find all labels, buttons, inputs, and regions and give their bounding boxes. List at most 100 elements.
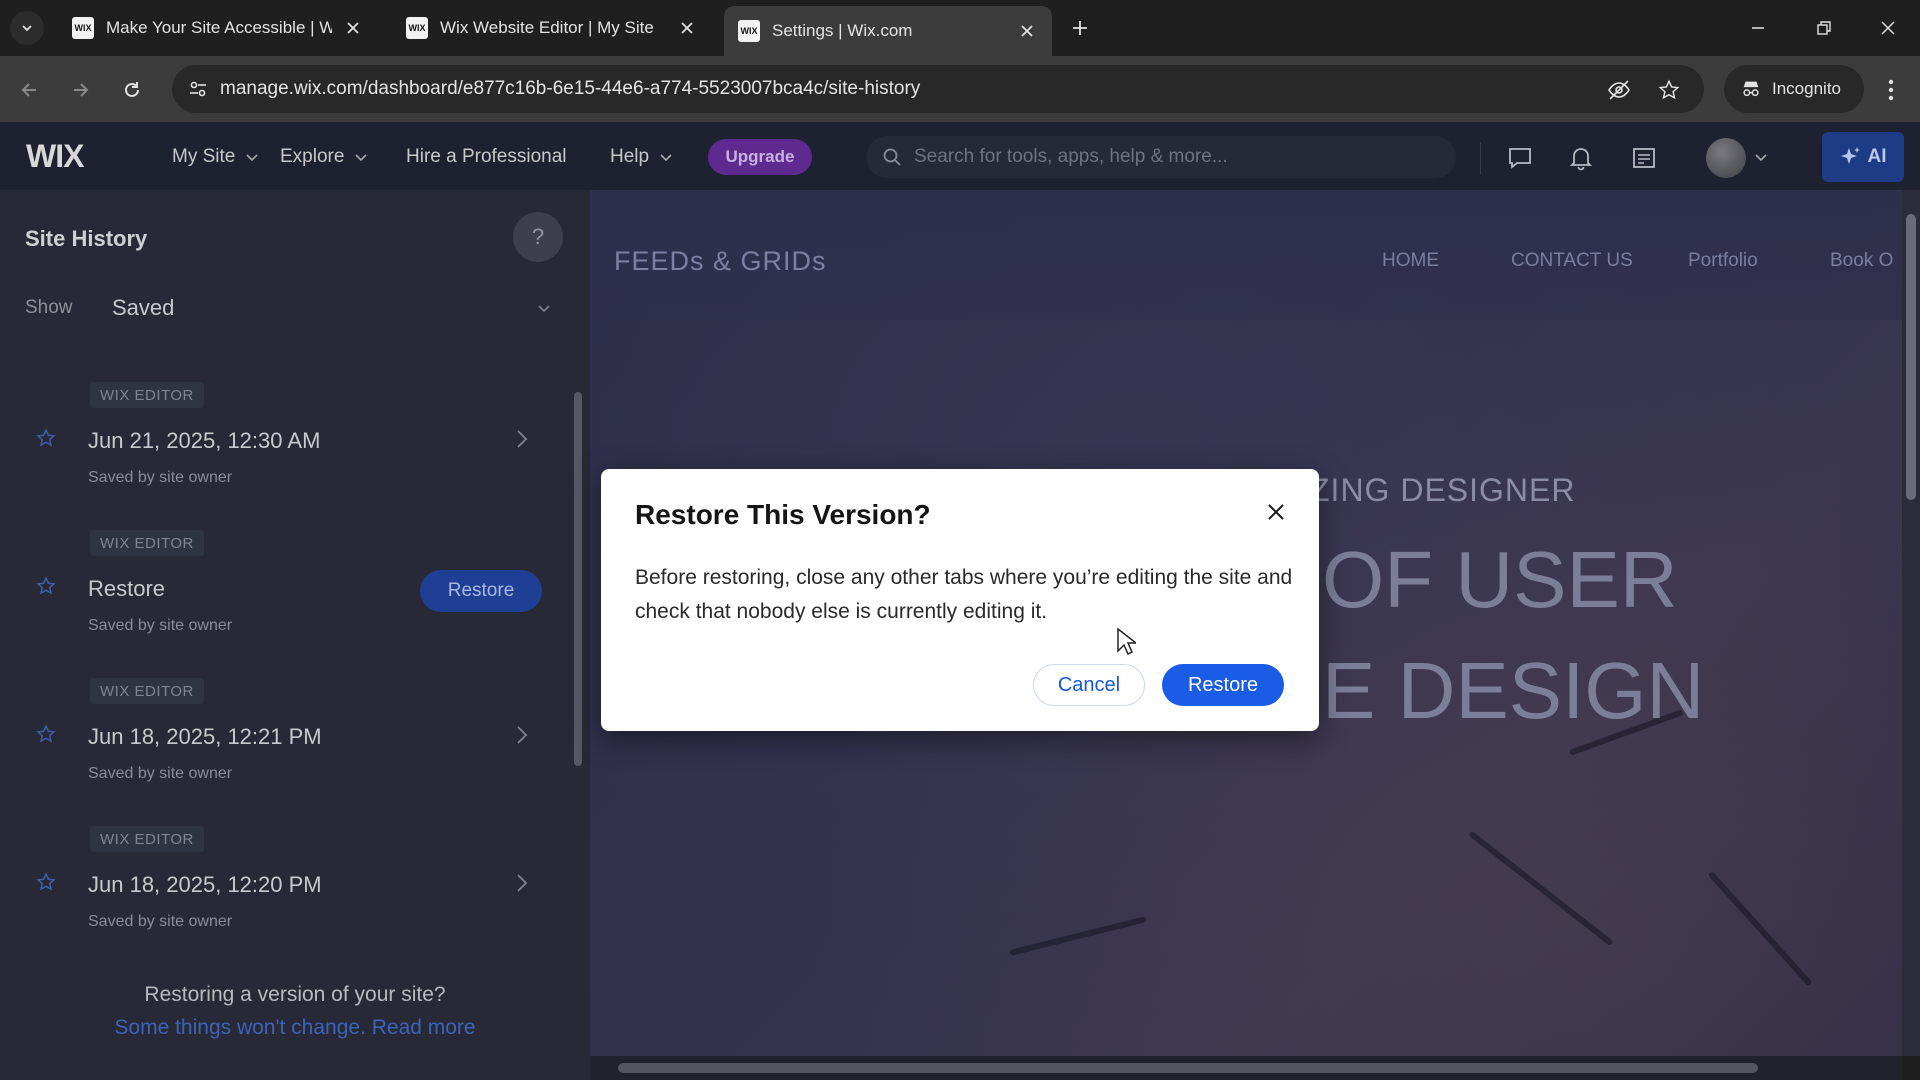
mouse-cursor-icon xyxy=(1117,627,1136,656)
preview-nav-contact: CONTACT US xyxy=(1511,250,1633,271)
chevron-down-icon[interactable] xyxy=(1754,150,1768,164)
list-item[interactable]: WIX EDITOR Jun 18, 2025, 12:20 PM Saved … xyxy=(0,826,570,950)
history-list: WIX EDITOR Jun 21, 2025, 12:30 AM Saved … xyxy=(0,370,570,950)
hire-professional-link[interactable]: Hire a Professional xyxy=(406,146,567,168)
show-filter-value: Saved xyxy=(112,295,175,320)
hire-professional-label: Hire a Professional xyxy=(406,146,567,167)
wix-search-input[interactable] xyxy=(914,146,1434,168)
preview-nav-book: Book O xyxy=(1830,250,1894,271)
site-info-icon[interactable] xyxy=(186,77,210,101)
restore-window-button[interactable] xyxy=(1804,10,1844,46)
show-label: Show xyxy=(25,297,73,318)
background-art xyxy=(1468,830,1614,947)
reload-button[interactable] xyxy=(114,72,150,108)
browser-tab-1[interactable]: WIX Make Your Site Accessible | Wix xyxy=(58,8,378,48)
chevron-down-icon xyxy=(660,154,672,162)
background-art xyxy=(1707,870,1813,987)
avatar[interactable] xyxy=(1706,138,1746,178)
close-window-button[interactable] xyxy=(1868,10,1908,46)
restore-version-button[interactable]: Restore xyxy=(420,570,542,612)
star-icon[interactable] xyxy=(36,724,56,744)
editor-badge: WIX EDITOR xyxy=(90,382,204,408)
scrollbar-thumb[interactable] xyxy=(618,1063,1758,1073)
new-tab-button[interactable] xyxy=(1066,14,1094,42)
chevron-right-icon[interactable] xyxy=(512,724,532,746)
star-icon[interactable] xyxy=(36,576,56,596)
preview-vertical-scrollbar[interactable] xyxy=(1902,190,1920,1056)
preview-subtitle: ZING DESIGNER xyxy=(1310,472,1576,508)
close-tab-icon[interactable] xyxy=(342,17,364,39)
preview-nav-portfolio: Portfolio xyxy=(1688,250,1758,271)
preview-horizontal-scrollbar[interactable] xyxy=(590,1056,1902,1080)
notifications-button[interactable] xyxy=(1565,142,1597,174)
list-item[interactable]: WIX EDITOR Jun 18, 2025, 12:21 PM Saved … xyxy=(0,678,570,826)
browser-tab-strip: WIX Make Your Site Accessible | Wix WIX … xyxy=(0,0,1920,56)
browser-menu-button[interactable] xyxy=(1876,72,1906,108)
chevron-down-icon xyxy=(538,305,550,313)
close-tab-icon[interactable] xyxy=(1016,20,1038,42)
restore-version-dialog: Restore This Version? Before restoring, … xyxy=(601,469,1319,731)
preview-site-logo: FEEDs & GRIDs xyxy=(614,246,827,276)
chat-button[interactable] xyxy=(1504,142,1536,174)
star-icon[interactable] xyxy=(36,872,56,892)
read-more-link[interactable]: Some things won't change. Read more xyxy=(0,1016,590,1040)
inbox-icon xyxy=(1633,148,1655,168)
help-menu[interactable]: Help xyxy=(610,146,673,168)
wix-search-box[interactable] xyxy=(866,136,1456,178)
sparkle-icon xyxy=(1840,147,1860,164)
back-button[interactable] xyxy=(12,72,48,108)
wix-top-bar: WIX My Site Explore Hire a Professional … xyxy=(0,122,1920,190)
minimize-button[interactable] xyxy=(1738,10,1778,46)
incognito-badge[interactable]: Incognito xyxy=(1724,65,1864,113)
panel-title: Site History xyxy=(25,226,148,251)
dialog-message: Before restoring, close any other tabs w… xyxy=(635,566,1293,623)
scrollbar-thumb[interactable] xyxy=(1906,214,1916,500)
chevron-down-icon xyxy=(246,154,258,162)
browser-toolbar: manage.wix.com/dashboard/e877c16b-6e15-4… xyxy=(0,56,1920,122)
dialog-close-button[interactable] xyxy=(1259,495,1293,529)
close-tab-icon[interactable] xyxy=(676,17,698,39)
dialog-title: Restore This Version? xyxy=(635,499,931,530)
forward-button[interactable] xyxy=(62,72,98,108)
star-icon[interactable] xyxy=(36,428,56,448)
eye-slash-icon[interactable] xyxy=(1606,77,1632,103)
scrollbar-thumb[interactable] xyxy=(574,392,582,766)
confirm-restore-button[interactable]: Restore xyxy=(1162,664,1284,706)
browser-tab-2[interactable]: WIX Wix Website Editor | My Site xyxy=(392,8,712,48)
arrow-right-icon xyxy=(74,83,89,97)
ai-assistant-button[interactable]: AI xyxy=(1822,132,1904,182)
plus-icon xyxy=(1073,21,1087,35)
list-item-selected[interactable]: WIX EDITOR Restore Saved by site owner R… xyxy=(0,530,570,678)
upgrade-button[interactable]: Upgrade xyxy=(708,139,812,175)
saved-by: Saved by site owner xyxy=(88,617,233,634)
editor-badge: WIX EDITOR xyxy=(90,530,204,556)
chevron-down-icon xyxy=(22,25,32,32)
saved-by: Saved by site owner xyxy=(88,913,233,930)
chevron-right-icon[interactable] xyxy=(512,872,532,894)
cancel-button[interactable]: Cancel xyxy=(1033,664,1145,706)
wix-logo[interactable]: WIX xyxy=(26,138,84,175)
chat-icon xyxy=(1509,148,1531,169)
help-button[interactable]: ? xyxy=(513,212,563,262)
address-bar[interactable]: manage.wix.com/dashboard/e877c16b-6e15-4… xyxy=(172,65,1704,113)
tab-title: Make Your Site Accessible | Wix xyxy=(106,18,332,37)
browser-tab-3-active[interactable]: WIX Settings | Wix.com xyxy=(724,6,1052,56)
reload-icon xyxy=(125,82,139,97)
close-icon xyxy=(1268,504,1284,520)
chevron-right-icon[interactable] xyxy=(512,428,532,450)
history-scrollbar[interactable] xyxy=(574,376,582,956)
tab-search-button[interactable] xyxy=(10,11,44,45)
list-item[interactable]: WIX EDITOR Jun 21, 2025, 12:30 AM Saved … xyxy=(0,382,570,530)
version-date: Jun 18, 2025, 12:21 PM xyxy=(88,724,322,749)
close-icon xyxy=(1881,21,1895,35)
explore-menu[interactable]: Explore xyxy=(280,146,368,168)
my-site-menu[interactable]: My Site xyxy=(172,146,259,168)
tab-title: Settings | Wix.com xyxy=(772,21,913,40)
bookmark-star-icon[interactable] xyxy=(1656,77,1682,103)
url-text[interactable]: manage.wix.com/dashboard/e877c16b-6e15-4… xyxy=(220,78,920,100)
restore-info-text: Restoring a version of your site? xyxy=(144,983,446,1006)
inbox-button[interactable] xyxy=(1628,142,1660,174)
show-filter-dropdown[interactable]: Saved xyxy=(112,290,552,326)
version-date: Jun 21, 2025, 12:30 AM xyxy=(88,428,321,453)
my-site-label: My Site xyxy=(172,146,236,167)
